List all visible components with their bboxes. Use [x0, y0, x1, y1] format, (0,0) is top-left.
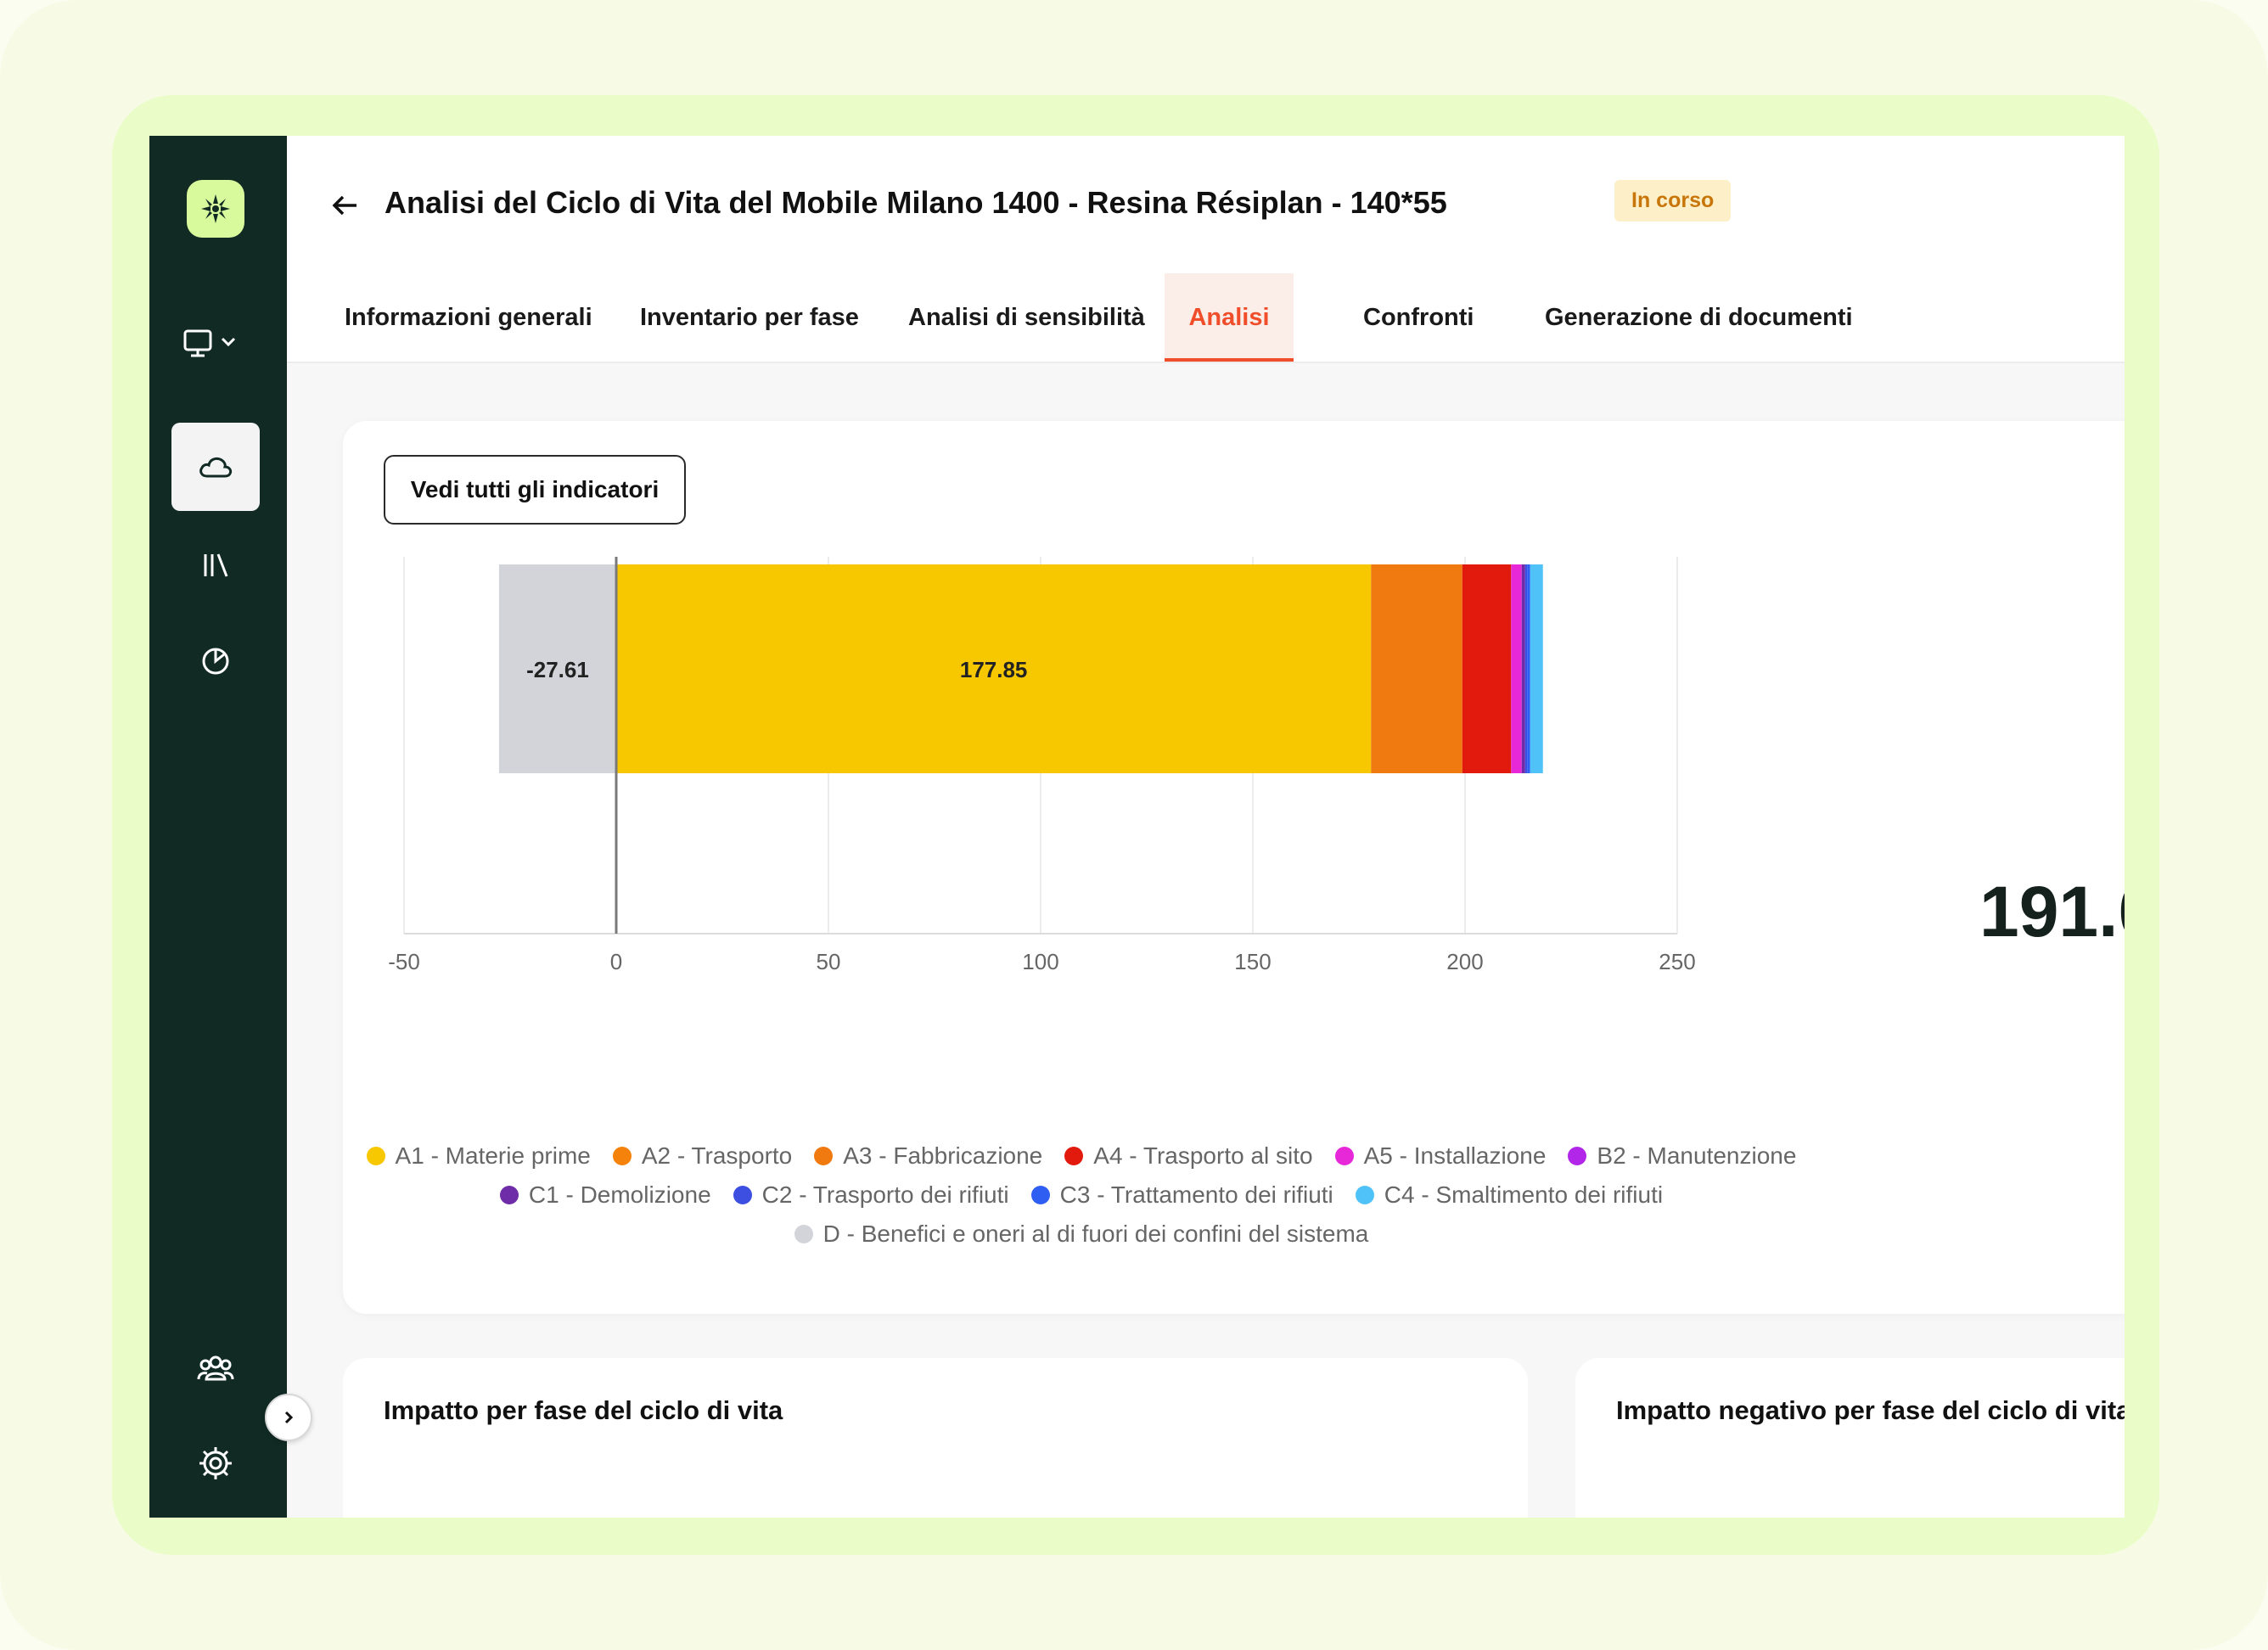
bar-data-label: -27.61: [526, 657, 589, 682]
total-impact-value: 191.0: [1979, 872, 2125, 951]
x-tick-label: 200: [1446, 949, 1483, 974]
monitor-icon: [183, 329, 236, 357]
legend-swatch: [814, 1147, 834, 1165]
legend-item[interactable]: C1 - Demolizione: [499, 1181, 711, 1209]
legend-label: A4 - Trasporto al sito: [1093, 1142, 1313, 1169]
legend-item[interactable]: C2 - Trasporto dei rifiuti: [733, 1181, 1009, 1209]
legend-label: D - Benefici e oneri al di fuori dei con…: [822, 1221, 1369, 1247]
legend-swatch: [1030, 1186, 1050, 1204]
legend-item[interactable]: A2 - Trasporto: [612, 1142, 793, 1170]
x-tick-label: 100: [1022, 949, 1058, 974]
tab-document-generation[interactable]: Generazione di documenti: [1518, 273, 1880, 362]
workspace-switcher[interactable]: [171, 299, 260, 387]
legend-label: A5 - Installazione: [1363, 1142, 1547, 1169]
app-window: Analisi del Ciclo di Vita del Mobile Mil…: [149, 136, 2125, 1518]
sidebar-item-reports[interactable]: [171, 616, 260, 704]
legend-swatch: [1334, 1147, 1354, 1165]
sidebar-item-team[interactable]: [171, 1324, 260, 1412]
tab-bar: Informazioni generali Inventario per fas…: [287, 273, 2125, 363]
legend-swatch: [612, 1147, 632, 1165]
settings-icon: [199, 1447, 232, 1479]
legend-label: C3 - Trattamento dei rifiuti: [1059, 1181, 1333, 1208]
legend-item[interactable]: A1 - Materie prime: [366, 1142, 591, 1170]
tab-comparisons[interactable]: Confronti: [1336, 273, 1501, 362]
bar-segment: [1527, 564, 1530, 773]
legend-item[interactable]: B2 - Manutenzione: [1568, 1142, 1796, 1170]
logo-icon: [201, 194, 230, 223]
cloud-icon: [199, 457, 233, 478]
x-tick-label: -50: [388, 949, 420, 974]
legend-swatch: [366, 1147, 385, 1165]
bar-data-label: 177.85: [960, 657, 1028, 682]
legend-swatch: [499, 1186, 519, 1204]
page-title: Analisi del Ciclo di Vita del Mobile Mil…: [385, 185, 1447, 220]
tab-analysis[interactable]: Analisi: [1165, 273, 1294, 362]
chevron-right-icon: [284, 1411, 294, 1424]
users-icon: [197, 1355, 234, 1381]
legend-swatch: [733, 1186, 752, 1204]
back-arrow-icon[interactable]: [328, 192, 362, 219]
legend-swatch: [794, 1225, 813, 1243]
legend-item[interactable]: A5 - Installazione: [1334, 1142, 1547, 1170]
tab-general-info[interactable]: Informazioni generali: [317, 273, 620, 362]
card-title: Impatto per fase del ciclo di vita: [384, 1395, 783, 1425]
page-header: Analisi del Ciclo di Vita del Mobile Mil…: [287, 136, 2125, 275]
sidebar: [149, 136, 287, 1518]
x-tick-label: 0: [610, 949, 622, 974]
library-icon: [204, 553, 228, 577]
legend-label: A1 - Materie prime: [395, 1142, 591, 1169]
legend-item[interactable]: D - Benefici e oneri al di fuori dei con…: [794, 1221, 1369, 1248]
legend-item[interactable]: A3 - Fabbricazione: [814, 1142, 1042, 1170]
negative-impact-card: Impatto negativo per fase del ciclo di v…: [1575, 1358, 2125, 1518]
stacked-bar-chart: -50 0 50 100 150 200 250 177.85 -27.61: [388, 557, 1696, 974]
legend-label: C2 - Trasporto dei rifiuti: [761, 1181, 1009, 1208]
chart-legend: A1 - Materie prime A2 - Trasporto A3 - Fab…: [343, 1142, 1820, 1248]
logo[interactable]: [187, 180, 244, 238]
bar-segment: [1521, 564, 1525, 773]
sidebar-item-library[interactable]: [171, 521, 260, 609]
x-tick-label: 50: [817, 949, 841, 974]
bar-segment: [1530, 564, 1543, 773]
legend-label: C1 - Demolizione: [528, 1181, 711, 1208]
sidebar-item-footprint[interactable]: [171, 423, 260, 511]
legend-item[interactable]: A4 - Trasporto al sito: [1064, 1142, 1313, 1170]
pie-chart-icon: [202, 648, 229, 675]
tab-sensitivity[interactable]: Analisi di sensibilità: [881, 273, 1172, 362]
legend-label: A2 - Trasporto: [641, 1142, 793, 1169]
bar-segment: [1371, 564, 1462, 773]
tab-inventory[interactable]: Inventario per fase: [613, 273, 886, 362]
sidebar-expand-button[interactable]: [265, 1394, 312, 1441]
impact-by-phase-card: Impatto per fase del ciclo di vita: [343, 1358, 1528, 1518]
bar-segment: [1524, 564, 1528, 773]
analysis-card: Vedi tutti gli indicatori -50 0 50 100 150 20…: [343, 421, 2125, 1314]
bar-segment: [1511, 564, 1522, 773]
card-title: Impatto negativo per fase del ciclo di v…: [1616, 1395, 2125, 1425]
legend-swatch: [1355, 1186, 1374, 1204]
status-badge: In corso: [1614, 180, 1732, 222]
x-tick-label: 250: [1659, 949, 1695, 974]
sidebar-item-settings[interactable]: [171, 1419, 260, 1507]
legend-swatch: [1064, 1147, 1084, 1165]
legend-label: B2 - Manutenzione: [1597, 1142, 1797, 1169]
legend-swatch: [1568, 1147, 1587, 1165]
legend-item[interactable]: C4 - Smaltimento dei rifiuti: [1355, 1181, 1664, 1209]
legend-label: A3 - Fabbricazione: [843, 1142, 1043, 1169]
bar-segment: [1462, 564, 1512, 773]
legend-label: C4 - Smaltimento dei rifiuti: [1384, 1181, 1664, 1208]
legend-item[interactable]: C3 - Trattamento dei rifiuti: [1030, 1181, 1333, 1209]
x-tick-label: 150: [1234, 949, 1271, 974]
